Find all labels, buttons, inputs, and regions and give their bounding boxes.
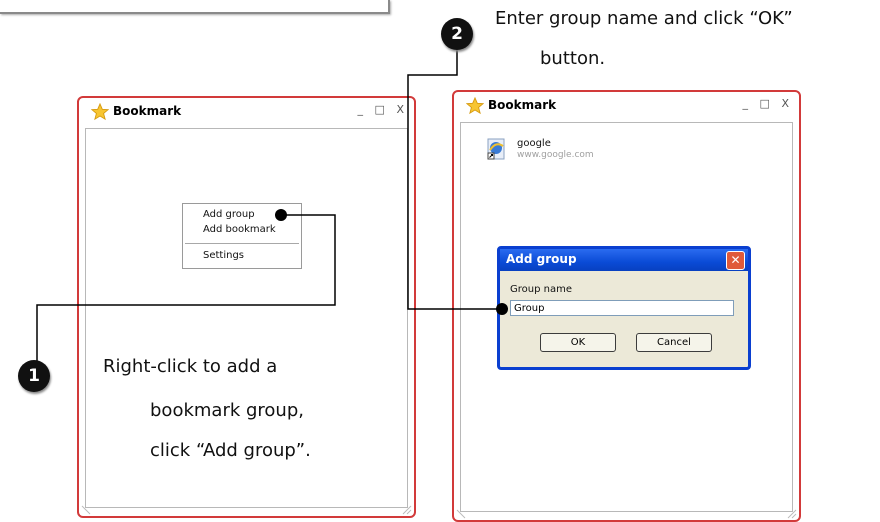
callout-line-1 xyxy=(36,214,336,362)
step-1-badge: 1 xyxy=(18,360,50,392)
step-2-text-line-2: button. xyxy=(540,48,606,69)
callout-dot-1 xyxy=(275,209,287,221)
step-2-badge: 2 xyxy=(441,18,473,50)
step-1-text-line-3: click “Add group”. xyxy=(150,440,311,461)
callout-line-2 xyxy=(407,50,503,310)
step-1-text-line-1: Right-click to add a xyxy=(103,356,278,377)
callout-connectors xyxy=(36,50,508,362)
step-1-text-line-2: bookmark group, xyxy=(150,400,304,421)
step-2-text-line-1: Enter group name and click “OK” xyxy=(495,8,793,29)
callout-dot-2 xyxy=(496,303,508,315)
